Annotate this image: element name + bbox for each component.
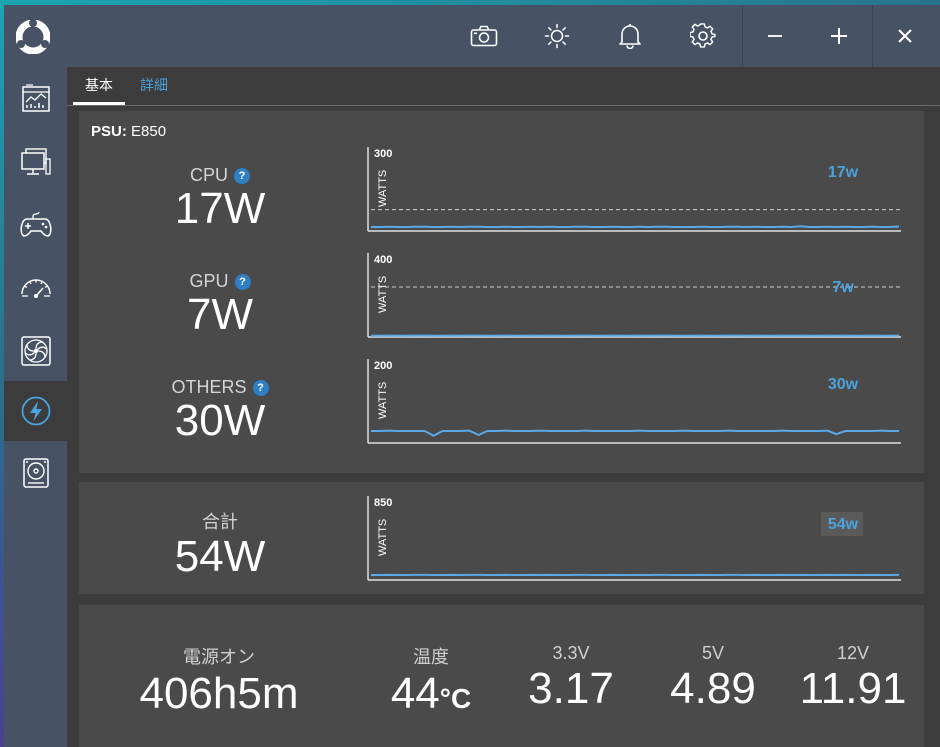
disk-icon: [22, 458, 49, 488]
close-icon: [898, 29, 912, 43]
sparkline-svg: 400 WATTS 7w: [367, 253, 901, 338]
rail-12v-stat: 12V 11.91: [783, 643, 923, 714]
maximize-button[interactable]: [807, 5, 871, 67]
gamepad-icon: [19, 211, 52, 237]
y-axis-label: WATTS: [377, 519, 389, 556]
sparkline-svg: 850 WATTS 54w: [367, 496, 901, 581]
psu-stats-panel: 電源オン 406h5m 温度 44°C 3.3V 3.17 5V 4.89 12…: [79, 605, 924, 747]
power-series-line: [371, 225, 900, 228]
gpu-label: GPU: [189, 271, 229, 291]
rail-12v-label: 12V: [836, 643, 870, 663]
current-value-label: 30w: [828, 376, 859, 393]
dashboard-icon: [21, 84, 50, 112]
help-icon[interactable]: ?: [252, 379, 269, 396]
power-on-stat: 電源オン 406h5m: [119, 643, 319, 719]
power-series-line: [371, 429, 899, 437]
rail-3v3-stat: 3.3V 3.17: [511, 643, 631, 714]
rail-5v-value: 4.89: [670, 664, 756, 713]
total-power-chart: 850 WATTS 54w: [367, 496, 907, 586]
cpu-power-chart: 300 WATTS 17w: [367, 147, 907, 237]
total-label: 合計: [202, 512, 238, 532]
brightness-button[interactable]: [537, 16, 577, 56]
rail-3v3-label: 3.3V: [552, 643, 590, 663]
rail-12v-value: 11.91: [799, 664, 907, 713]
fan-icon: [20, 336, 51, 366]
psu-label: PSU:: [91, 123, 127, 140]
gpu-power-value: 7W: [187, 290, 253, 339]
close-button[interactable]: [873, 5, 937, 67]
total-power-panel: 合計 54W 850 WATTS 54w: [79, 482, 924, 594]
help-icon[interactable]: ?: [234, 167, 250, 184]
others-label: OTHERS: [171, 377, 247, 397]
power-on-value: 406h5m: [139, 669, 299, 718]
notifications-button[interactable]: [610, 16, 650, 56]
y-max-label: 850: [374, 497, 392, 509]
rail-5v-label: 5V: [701, 643, 725, 663]
gpu-power-chart: 400 WATTS 7w: [367, 253, 907, 343]
psu-model: PSU: E850: [91, 123, 166, 140]
sidebar-item-dashboard[interactable]: [4, 71, 67, 127]
sidebar-item-cooling[interactable]: [4, 323, 67, 379]
camera-icon: [470, 25, 498, 47]
cpu-power-metric: CPU? 17W: [95, 165, 345, 232]
y-max-label: 300: [374, 148, 392, 160]
component-power-panel: PSU: E850 CPU? 17W GPU? 7W OTHERS? 30W 3…: [79, 111, 924, 473]
cpu-label: CPU: [189, 165, 228, 185]
current-value-label: 7w: [832, 279, 854, 296]
tab-bar: 基本 詳細: [67, 67, 940, 106]
total-power-metric: 合計 54W: [95, 508, 345, 580]
sparkline-svg: 200 WATTS 30w: [367, 359, 901, 444]
rail-3v3-value: 3.17: [528, 664, 614, 713]
y-max-label: 400: [374, 254, 392, 266]
speedometer-icon: [20, 279, 51, 298]
app-logo-icon: [16, 20, 50, 54]
sidebar-item-system[interactable]: [4, 134, 67, 190]
sidebar: [4, 67, 67, 747]
screenshot-button[interactable]: [464, 16, 504, 56]
power-on-label: 電源オン: [183, 647, 255, 667]
rail-5v-stat: 5V 4.89: [653, 643, 773, 714]
cpu-power-value: 17W: [174, 184, 266, 233]
y-max-label: 200: [374, 360, 392, 372]
y-axis-label: WATTS: [377, 382, 389, 419]
minus-icon: [768, 35, 782, 37]
sidebar-item-games[interactable]: [4, 197, 67, 253]
settings-button[interactable]: [683, 16, 723, 56]
y-axis-label: WATTS: [377, 170, 389, 207]
psu-model-value: E850: [131, 123, 167, 140]
others-power-chart: 200 WATTS 30w: [367, 359, 907, 449]
total-power-value: 54W: [174, 532, 266, 581]
sparkline-svg: 300 WATTS 17w: [367, 147, 901, 232]
help-icon[interactable]: ?: [234, 273, 251, 290]
others-power-value: 30W: [174, 396, 266, 445]
temperature-value: 44: [390, 669, 440, 718]
y-axis-label: WATTS: [377, 276, 389, 313]
main-content: 基本 詳細 PSU: E850 CPU? 17W GPU? 7W OTHERS?…: [67, 67, 940, 747]
sidebar-item-power[interactable]: [4, 381, 67, 441]
gear-icon: [690, 23, 716, 48]
temperature-label: 温度: [413, 647, 449, 667]
tab-basic[interactable]: 基本: [73, 75, 125, 105]
current-value-label: 54w: [828, 516, 859, 533]
temperature-stat: 温度 44°C: [371, 643, 491, 724]
minimize-button[interactable]: [743, 5, 807, 67]
lightning-icon: [21, 396, 50, 426]
tab-detail[interactable]: 詳細: [140, 75, 168, 95]
sidebar-item-storage[interactable]: [4, 445, 67, 501]
app-window: 基本 詳細 PSU: E850 CPU? 17W GPU? 7W OTHERS?…: [4, 5, 940, 747]
sun-icon: [544, 23, 570, 49]
current-value-label: 17w: [828, 164, 859, 181]
plus-icon: [831, 28, 847, 44]
bell-icon: [619, 24, 641, 49]
title-bar: [4, 5, 940, 67]
sidebar-item-performance[interactable]: [4, 260, 67, 316]
others-power-metric: OTHERS? 30W: [95, 377, 345, 444]
monitor-icon: [20, 148, 51, 175]
temperature-unit: °C: [439, 683, 472, 714]
gpu-power-metric: GPU? 7W: [95, 271, 345, 338]
